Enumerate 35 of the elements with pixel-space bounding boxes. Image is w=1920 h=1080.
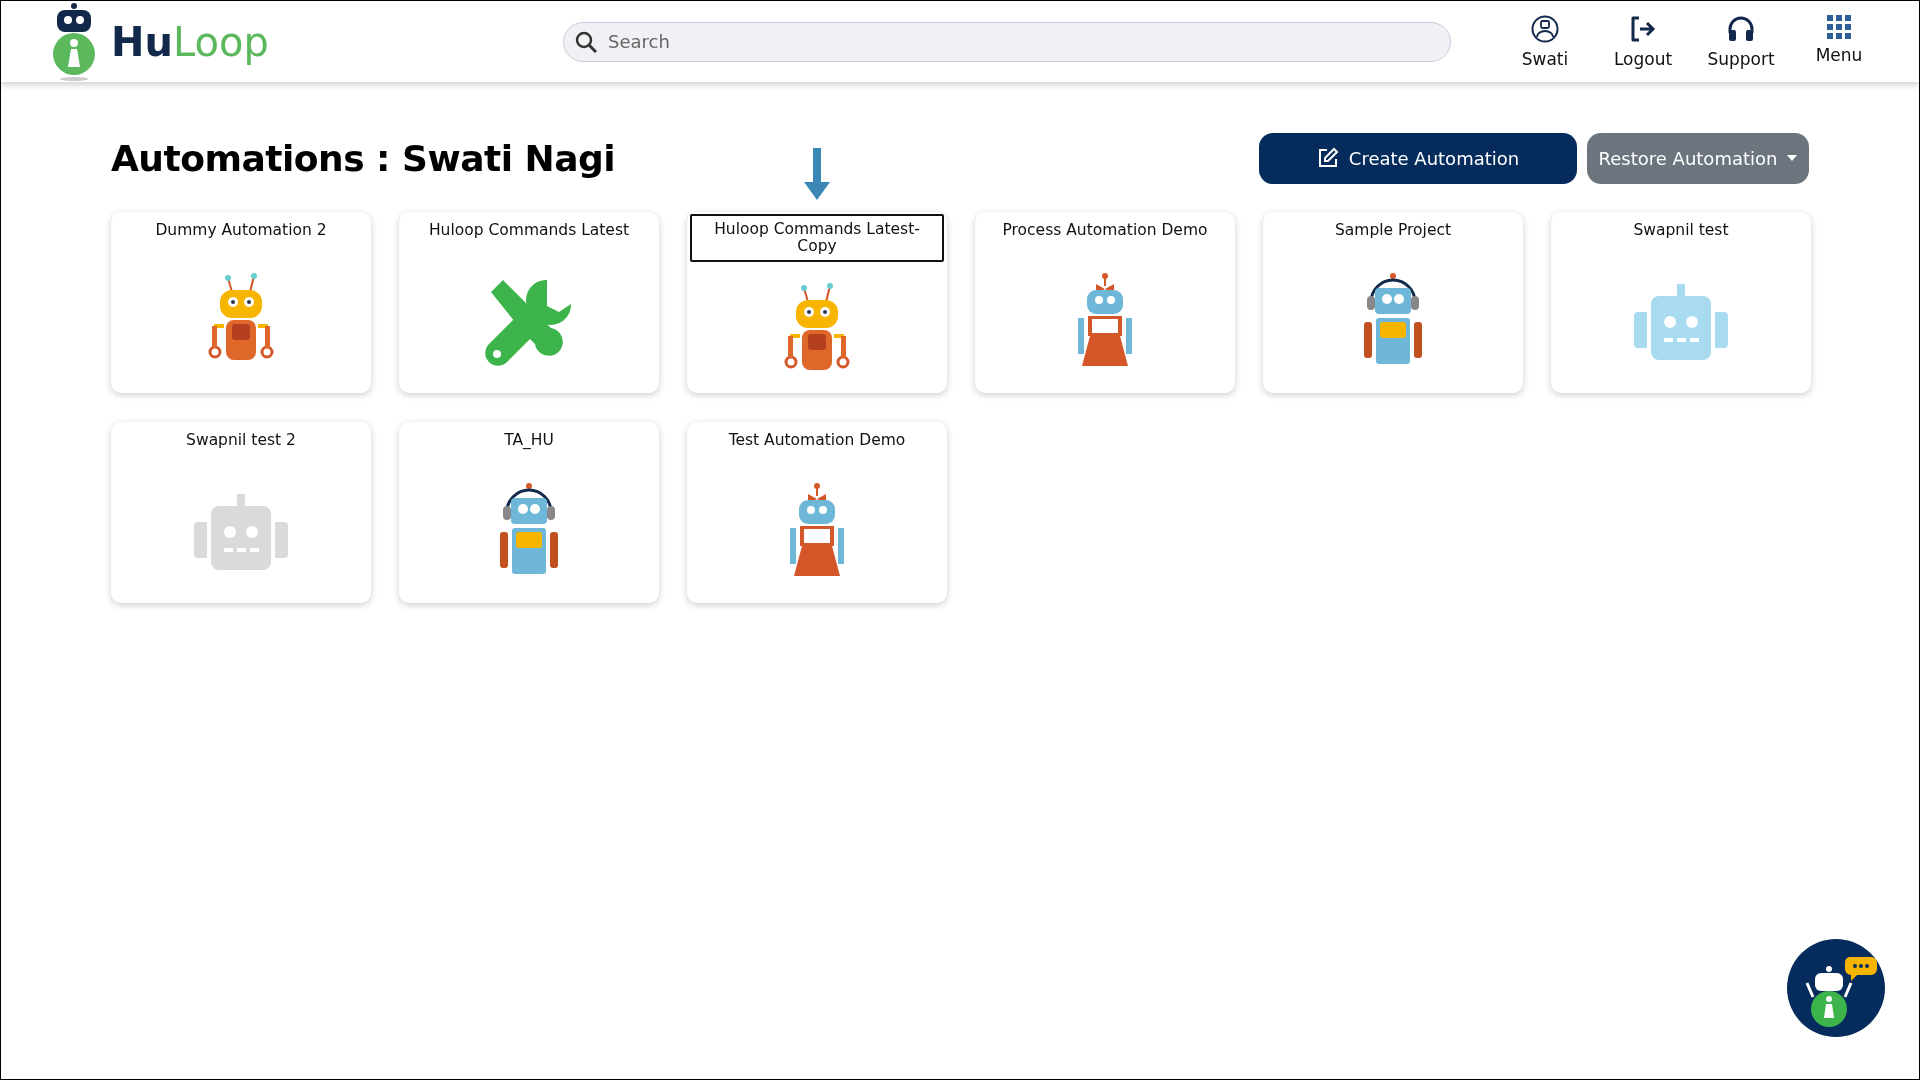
card-title: Swapnil test bbox=[1632, 220, 1730, 241]
restore-automation-dropdown[interactable]: Restore Automation bbox=[1587, 132, 1809, 184]
card-title: TA_HU bbox=[503, 430, 555, 451]
nav-link[interactable]: Swati bbox=[1507, 14, 1583, 69]
page-title: Automations : Swati Nagi bbox=[111, 137, 616, 179]
automation-card[interactable]: TA_HU bbox=[399, 422, 659, 603]
card-title: Swapnil test 2 bbox=[185, 430, 297, 451]
nav-link[interactable]: Menu bbox=[1801, 14, 1877, 69]
headphones-icon bbox=[1727, 14, 1755, 43]
card-title: Process Automation Demo bbox=[1001, 220, 1209, 241]
logo-text: HuLoop bbox=[111, 18, 269, 65]
automation-card[interactable]: Swapnil test 2 bbox=[111, 422, 371, 603]
edit-icon bbox=[1316, 147, 1339, 169]
logout-icon bbox=[1629, 14, 1657, 43]
search-field[interactable]: Search bbox=[563, 21, 1451, 62]
automation-card[interactable]: Process Automation Demo bbox=[975, 212, 1235, 393]
automation-card[interactable]: Huloop Commands Latest-Copy bbox=[687, 212, 947, 393]
caret-icon bbox=[1787, 155, 1798, 161]
automation-card[interactable]: Sample Project bbox=[1263, 212, 1523, 393]
grid-menu-icon bbox=[1827, 14, 1851, 39]
automation-card[interactable]: Huloop Commands Latest bbox=[399, 212, 659, 393]
card-title: Sample Project bbox=[1333, 220, 1453, 241]
automation-card[interactable]: Swapnil test bbox=[1551, 212, 1811, 393]
automation-card[interactable]: Test Automation Demo bbox=[687, 422, 947, 603]
card-title: Dummy Automation 2 bbox=[154, 220, 328, 241]
automation-card[interactable]: Dummy Automation 2 bbox=[111, 212, 371, 393]
card-title: Huloop Commands Latest bbox=[427, 220, 631, 241]
nav-link[interactable]: Logout bbox=[1605, 14, 1681, 69]
create-automation-button[interactable]: Create Automation bbox=[1259, 132, 1577, 184]
card-title: Test Automation Demo bbox=[727, 430, 907, 451]
user-icon bbox=[1531, 14, 1559, 43]
down-arrow-icon bbox=[803, 148, 831, 200]
card-title: Huloop Commands Latest-Copy bbox=[690, 214, 944, 262]
search-icon bbox=[575, 30, 597, 53]
nav-link[interactable]: Support bbox=[1703, 14, 1779, 69]
